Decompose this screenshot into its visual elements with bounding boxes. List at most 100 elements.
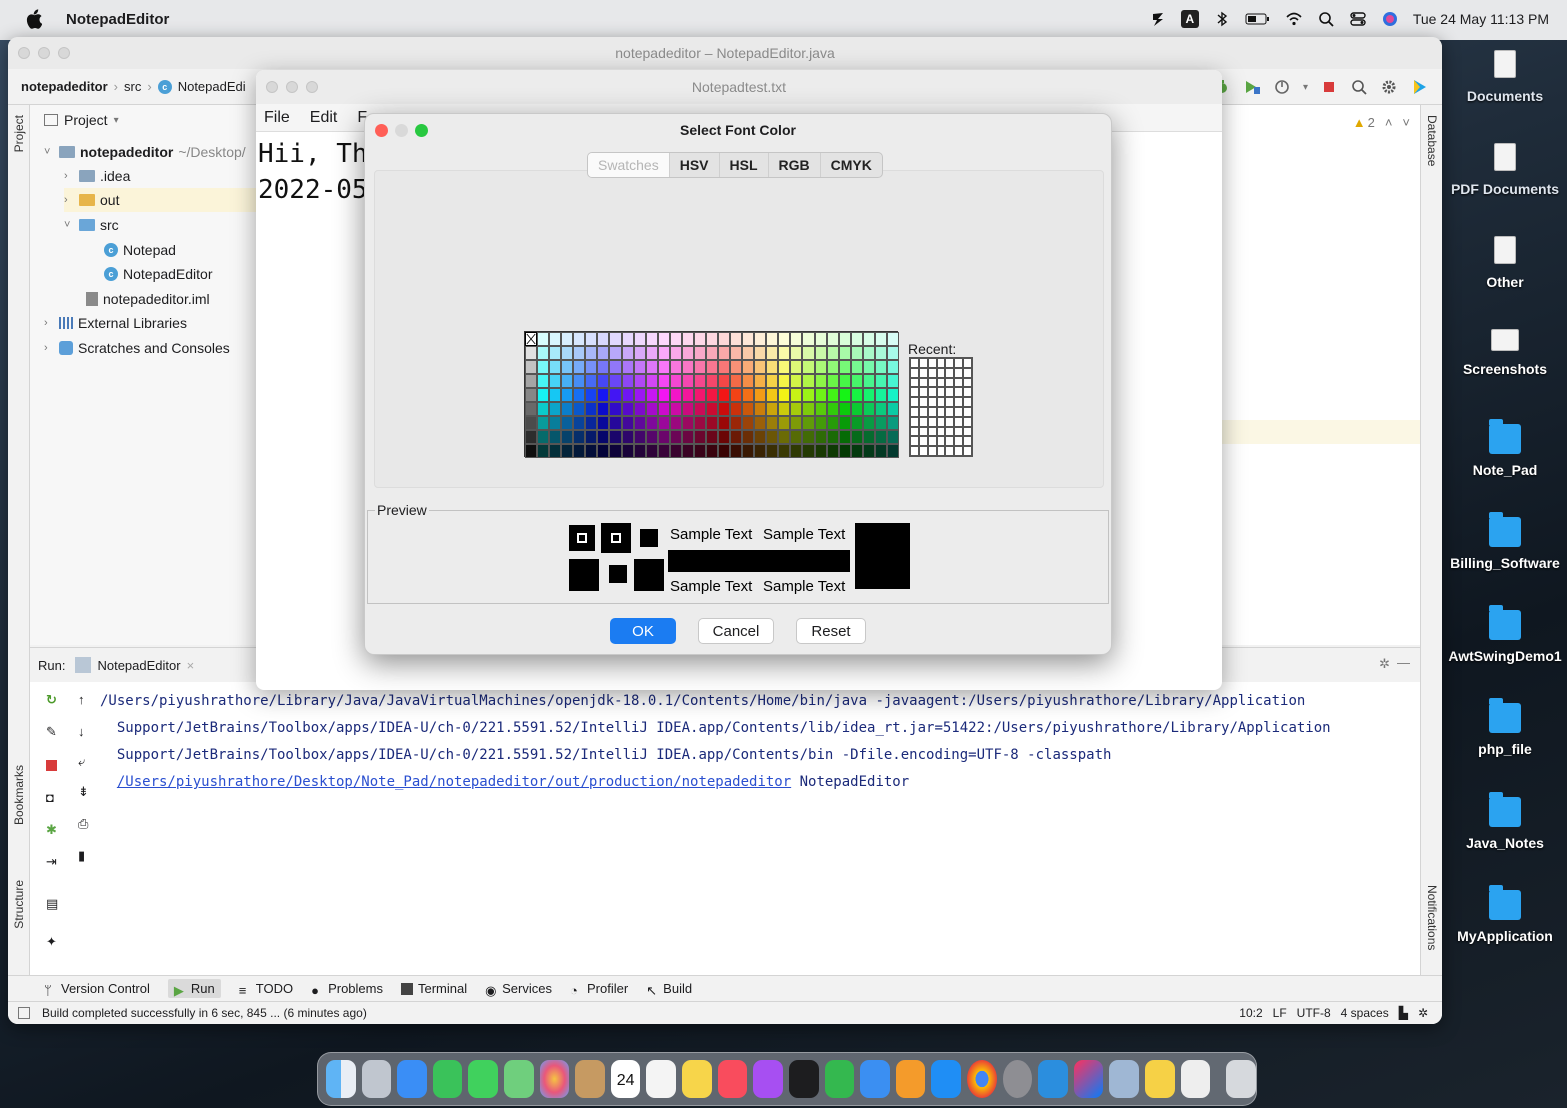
bolt-icon[interactable] [1149,10,1167,28]
color-swatch[interactable] [862,416,875,430]
color-swatch[interactable] [826,346,839,360]
recent-swatch[interactable] [945,407,955,417]
settings-icon[interactable] [1002,1060,1033,1098]
chevron-down-icon[interactable]: ˅ [44,146,54,158]
color-swatch[interactable] [657,360,670,374]
color-swatch[interactable] [718,416,731,430]
color-swatch[interactable] [838,402,851,416]
recent-swatch[interactable] [936,407,946,417]
color-swatch[interactable] [633,360,646,374]
color-swatch[interactable] [862,402,875,416]
recent-swatch[interactable] [918,407,928,417]
color-swatch[interactable] [790,444,803,458]
color-swatch[interactable] [669,402,682,416]
recent-swatch[interactable] [918,377,928,388]
color-swatch[interactable] [766,416,779,430]
chevron-right-icon[interactable]: › [44,317,54,329]
color-swatch[interactable] [802,402,815,416]
color-swatch[interactable] [525,430,538,444]
project-tool-tab[interactable]: Project [12,115,26,152]
color-swatch[interactable] [609,444,622,458]
color-swatch[interactable] [802,374,815,388]
recent-swatch[interactable] [954,377,964,388]
tab-version-control[interactable]: ᛘ Version Control [44,981,150,998]
exit-icon[interactable]: ⇥ [46,854,62,870]
recent-swatch[interactable] [963,397,972,407]
recent-swatch[interactable] [945,367,955,378]
color-swatch[interactable] [573,360,586,374]
recent-swatch[interactable] [954,407,964,417]
color-swatch[interactable] [814,416,827,430]
contacts-icon[interactable] [575,1060,605,1098]
color-swatch[interactable] [742,402,755,416]
color-swatch[interactable] [585,416,598,430]
color-swatch[interactable] [693,430,706,444]
color-swatch[interactable] [850,374,863,388]
color-swatch[interactable] [609,416,622,430]
color-swatch[interactable] [657,346,670,360]
color-swatch[interactable] [705,444,719,458]
color-swatch[interactable] [790,402,803,416]
color-swatch[interactable] [754,402,767,416]
color-swatch[interactable] [754,374,767,388]
color-swatch[interactable] [766,402,779,416]
tab-run[interactable]: ▶ Run [167,979,221,998]
color-swatch[interactable] [754,346,767,360]
color-swatch[interactable] [621,388,634,402]
recent-swatch[interactable] [918,416,928,427]
recent-swatch[interactable] [918,387,928,398]
tree-item-out[interactable]: › out [64,188,260,212]
color-swatch[interactable] [718,332,731,346]
color-swatch[interactable] [766,430,779,444]
swatch-grid[interactable] [524,331,899,458]
tab-profiler[interactable]: ◔ Profiler [570,981,628,998]
tab-hsl[interactable]: HSL [718,153,768,177]
color-swatch[interactable] [645,416,658,430]
recent-swatch[interactable] [954,387,964,398]
recent-swatch[interactable] [945,358,955,368]
color-swatch[interactable] [766,346,779,360]
desktop-item-pdf-documents[interactable]: PDF Documents [1445,143,1565,197]
color-swatch[interactable] [802,444,815,458]
color-swatch[interactable] [718,374,731,388]
color-swatch[interactable] [693,444,706,458]
color-swatch[interactable] [525,360,538,374]
desktop-item-screenshots[interactable]: Screenshots [1445,329,1565,377]
stop-icon[interactable] [46,760,57,771]
color-swatch[interactable] [681,374,694,388]
color-swatch[interactable] [705,346,719,360]
color-swatch[interactable] [681,430,694,444]
color-swatch[interactable] [585,374,598,388]
color-swatch[interactable] [609,360,622,374]
color-swatch[interactable] [681,360,694,374]
music-icon[interactable] [717,1060,748,1098]
color-swatch[interactable] [754,430,767,444]
project-view-selector[interactable]: Project [64,112,108,128]
recent-swatch[interactable] [945,416,955,427]
color-swatch[interactable] [766,332,779,346]
color-swatch[interactable] [742,430,755,444]
recent-swatch[interactable] [927,446,937,456]
color-swatch[interactable] [537,346,550,360]
recent-swatch[interactable] [936,377,946,388]
bookmarks-tool-tab[interactable]: Bookmarks [12,765,26,825]
tab-problems[interactable]: ● Problems [311,981,383,998]
color-swatch[interactable] [838,332,851,346]
chevron-down-icon[interactable]: ▾ [114,115,119,126]
color-swatch[interactable] [525,402,538,416]
color-swatch[interactable] [766,374,779,388]
stop-icon[interactable] [1320,78,1338,96]
pin-icon[interactable]: ✦ [46,934,62,950]
color-swatch[interactable] [730,402,743,416]
chevron-right-icon[interactable]: › [64,170,74,182]
recent-swatch[interactable] [910,407,919,417]
color-swatch[interactable] [730,374,743,388]
color-swatch[interactable] [705,332,719,346]
recent-swatch[interactable] [910,416,919,427]
control-center-icon[interactable] [1349,10,1367,28]
color-swatch[interactable] [561,402,574,416]
tree-item-src[interactable]: ˅ src [64,213,119,237]
recent-swatch[interactable] [963,446,972,456]
color-swatch[interactable] [778,346,791,360]
print-icon[interactable]: ⎙ [78,816,94,832]
